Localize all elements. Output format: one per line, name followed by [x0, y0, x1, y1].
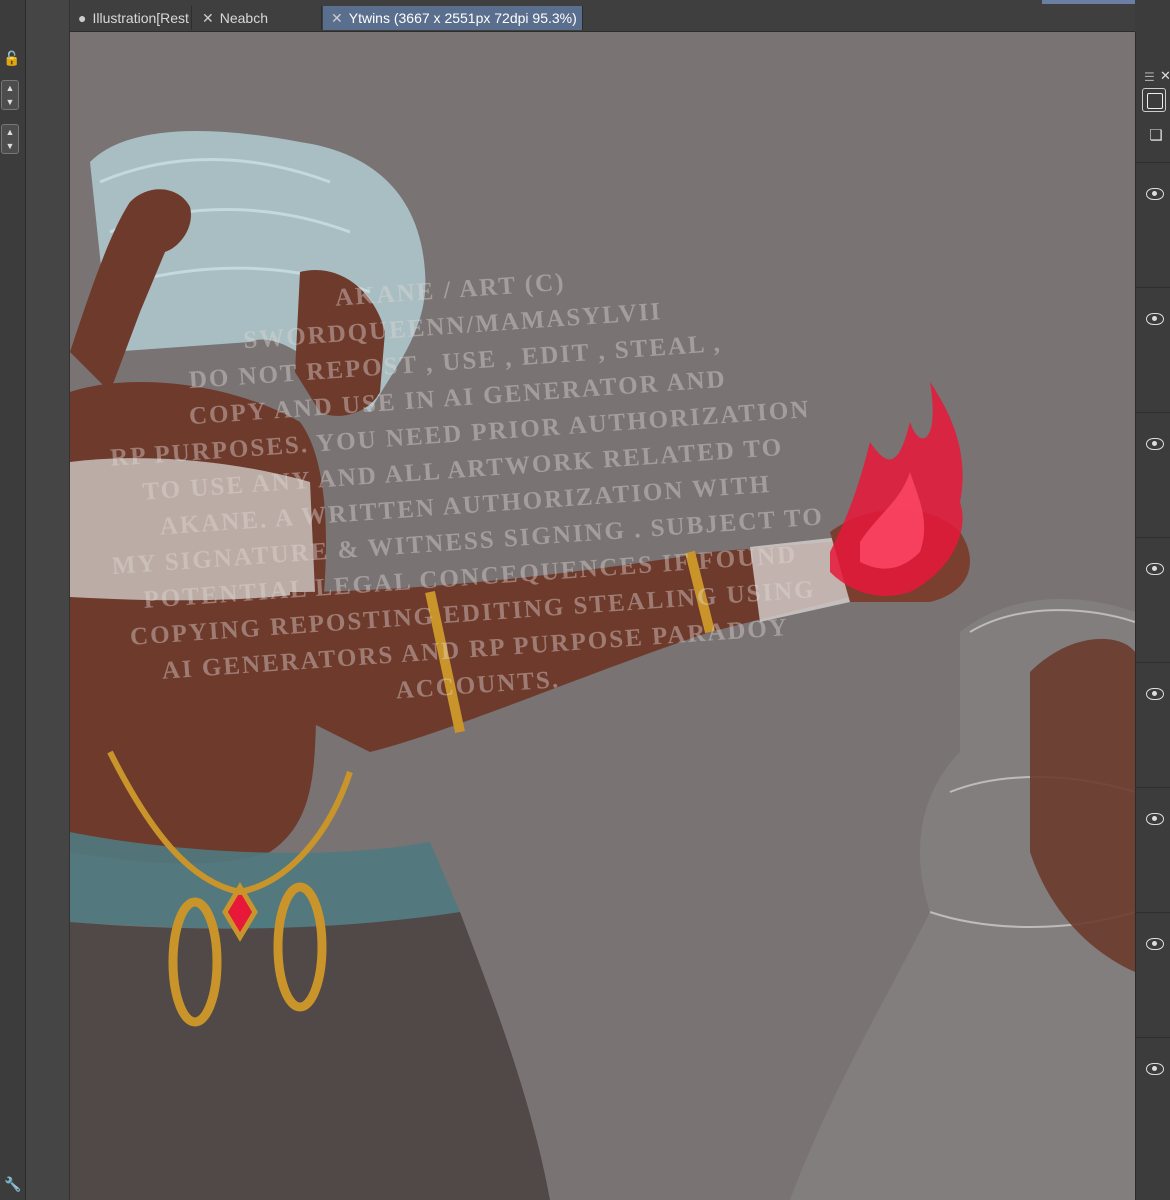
eye-icon[interactable] [1146, 937, 1164, 950]
layer-panel-header [1135, 0, 1170, 32]
lock-icon[interactable]: 🔓 [2, 48, 22, 68]
layer-row[interactable] [1136, 162, 1170, 287]
wrench-icon[interactable]: 🔧 [3, 1176, 23, 1196]
tab-label: Neabch [219, 10, 268, 26]
eye-icon[interactable] [1146, 812, 1164, 825]
layer-row[interactable] [1136, 912, 1170, 1037]
sub-tool-panel [26, 0, 70, 1200]
layer-row[interactable] [1136, 537, 1170, 662]
layer-row[interactable] [1136, 1037, 1170, 1162]
close-icon[interactable]: ✕ [331, 10, 343, 26]
new-layer-icon[interactable]: ❏ [1146, 126, 1166, 146]
spinner-up-icon[interactable]: ▲ [2, 81, 18, 95]
layer-row[interactable] [1136, 287, 1170, 412]
tab-neabch[interactable]: ✕ Neabch [194, 6, 322, 30]
spinner-down-icon[interactable]: ▼ [2, 139, 18, 153]
eye-icon[interactable] [1146, 312, 1164, 325]
eye-icon[interactable] [1146, 1062, 1164, 1075]
layer-row[interactable] [1136, 662, 1170, 787]
eye-icon[interactable] [1146, 437, 1164, 450]
dot-icon: ● [78, 10, 87, 26]
eye-icon[interactable] [1146, 562, 1164, 575]
eye-icon[interactable] [1146, 187, 1164, 200]
eye-icon[interactable] [1146, 687, 1164, 700]
watermark-text: AKANE / ART (C) SWORDQUEENN/MAMASYLVII D… [70, 246, 868, 731]
layer-select-icon[interactable] [1142, 88, 1166, 112]
tab-accent-strip [1042, 0, 1148, 4]
layer-panel: ☰ ✕ ❏ [1135, 32, 1170, 1200]
tab-label: Ytwins (3667 x 2551px 72dpi 95.3%) [348, 10, 577, 26]
spinner-up-icon[interactable]: ▲ [2, 125, 18, 139]
spinner-down-icon[interactable]: ▼ [2, 95, 18, 109]
drawing-canvas[interactable]: AKANE / ART (C) SWORDQUEENN/MAMASYLVII D… [70, 32, 1135, 1200]
size-spinner[interactable]: ▲ ▼ [1, 80, 19, 110]
close-icon[interactable]: ✕ [202, 10, 214, 26]
left-toolbar: 🔓 ▲ ▼ ▲ ▼ 🔧 [0, 0, 26, 1200]
tab-ytwins[interactable]: ✕ Ytwins (3667 x 2551px 72dpi 95.3%) [323, 6, 583, 30]
menu-icon[interactable]: ☰ [1144, 70, 1155, 84]
tab-illustration[interactable]: ● Illustration[Rest [70, 6, 192, 30]
layer-row[interactable] [1136, 787, 1170, 912]
document-tab-bar: ● Illustration[Rest ✕ Neabch ✕ Ytwins (3667… [70, 0, 1148, 32]
tab-label: Illustration[Rest [92, 10, 189, 26]
close-icon[interactable]: ✕ [1160, 68, 1170, 84]
opacity-spinner[interactable]: ▲ ▼ [1, 124, 19, 154]
pants [70, 912, 550, 1200]
layer-row[interactable] [1136, 412, 1170, 537]
